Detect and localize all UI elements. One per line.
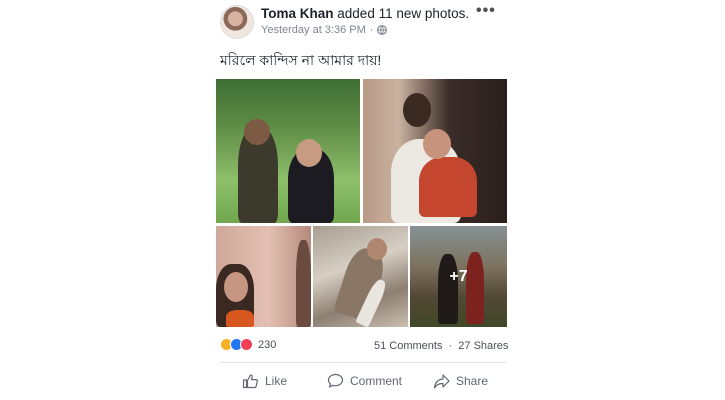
more-photos-overlay[interactable]: +7 xyxy=(410,226,507,327)
post-header: Toma Khan added 11 new photos. xyxy=(261,6,469,21)
comment-button[interactable]: Comment xyxy=(327,373,402,389)
like-label: Like xyxy=(265,374,288,388)
feed-post: Toma Khan added 11 new photos. Yesterday… xyxy=(214,0,512,400)
reaction-count: 230 xyxy=(258,338,277,351)
post-timestamp[interactable]: Yesterday at 3:36 PM xyxy=(261,24,366,36)
photo-5[interactable]: +7 xyxy=(410,226,507,327)
share-icon xyxy=(433,374,450,389)
photo-4[interactable] xyxy=(313,226,408,327)
author-name[interactable]: Toma Khan xyxy=(261,6,334,21)
more-photos-count: +7 xyxy=(449,267,468,285)
photo-1[interactable] xyxy=(216,79,360,223)
like-button[interactable]: Like xyxy=(242,373,287,389)
love-icon xyxy=(240,338,253,351)
thumb-icon xyxy=(242,374,258,389)
comment-count[interactable]: 51 Comments xyxy=(374,340,442,352)
comment-label: Comment xyxy=(350,374,403,388)
reaction-summary[interactable]: 230 xyxy=(220,338,276,351)
post-stats: 51 Comments · 27 Shares xyxy=(374,340,508,352)
meta-separator: · xyxy=(369,24,374,36)
post-caption: মরিলে কান্দিস না আমার দায়! xyxy=(220,52,382,68)
share-count[interactable]: 27 Shares xyxy=(458,340,508,352)
share-button[interactable]: Share xyxy=(433,373,488,389)
more-options-icon[interactable]: ••• xyxy=(476,2,496,20)
post-action-text: added 11 new photos. xyxy=(337,6,470,21)
photo-3[interactable] xyxy=(216,226,311,327)
globe-icon xyxy=(377,25,388,35)
share-label: Share xyxy=(456,374,489,388)
comment-icon xyxy=(327,373,344,388)
author-avatar[interactable] xyxy=(220,5,254,39)
divider xyxy=(220,362,506,363)
photo-2[interactable] xyxy=(363,79,507,223)
post-meta: Yesterday at 3:36 PM · xyxy=(261,24,388,36)
stats-separator: · xyxy=(448,340,453,352)
